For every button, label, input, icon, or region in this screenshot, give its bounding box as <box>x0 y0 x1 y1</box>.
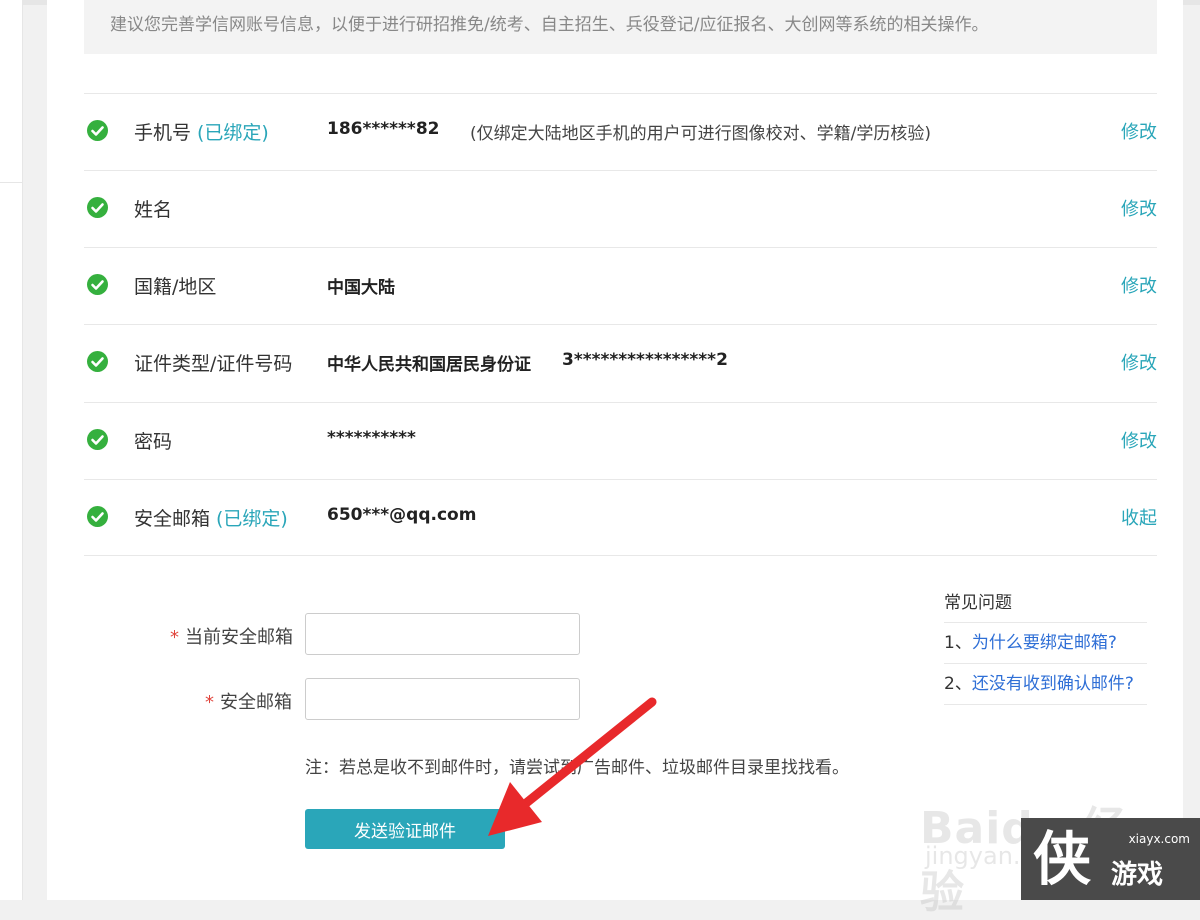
collapse-email-link[interactable]: 收起 <box>1121 504 1157 530</box>
id-number-value: 3****************2 <box>562 350 728 370</box>
bound-tag: (已绑定) <box>216 508 288 530</box>
faq-panel: 常见问题 1、为什么要绑定邮箱? 2、还没有收到确认邮件? <box>944 588 1147 705</box>
edit-nationality-link[interactable]: 修改 <box>1121 272 1157 298</box>
logo-site: xiayx.com <box>1128 832 1190 846</box>
phone-note: (仅绑定大陆地区手机的用户可进行图像校对、学籍/学历核验) <box>470 124 931 144</box>
row-password: 密码 ********** 修改 <box>84 402 1157 479</box>
row-id-document: 证件类型/证件号码 中华人民共和国居民身份证 3****************… <box>84 324 1157 401</box>
row-phone: 手机号 (已绑定) 186******82 (仅绑定大陆地区手机的用户可进行图像校… <box>84 93 1157 170</box>
id-type-value: 中华人民共和国居民身份证 <box>327 355 531 375</box>
check-circle-icon <box>87 506 108 527</box>
logo-glyph: 侠 <box>1033 825 1092 893</box>
current-email-label: * 当前安全邮箱 <box>170 627 293 648</box>
row-label: 密码 <box>134 431 173 453</box>
row-label: 安全邮箱 (已绑定) <box>134 508 288 530</box>
current-email-input[interactable] <box>305 613 580 655</box>
row-label: 姓名 <box>134 199 173 221</box>
edit-id-link[interactable]: 修改 <box>1121 349 1157 375</box>
faq-title: 常见问题 <box>944 588 1147 623</box>
password-value: ********** <box>327 428 416 448</box>
logo-text: 游戏 <box>1111 860 1164 890</box>
edit-phone-link[interactable]: 修改 <box>1121 118 1157 144</box>
email-value: 650***@qq.com <box>327 505 477 525</box>
row-name: 姓名 修改 <box>84 170 1157 247</box>
nationality-value: 中国大陆 <box>327 278 395 298</box>
check-circle-icon <box>87 197 108 218</box>
phone-value: 186******82 <box>327 119 440 139</box>
row-label: 手机号 (已绑定) <box>134 122 269 144</box>
check-circle-icon <box>87 274 108 295</box>
new-email-label: * 安全邮箱 <box>205 692 292 713</box>
xiayx-logo: 侠 xiayx.com 游戏 <box>1021 818 1200 900</box>
faq-item: 1、为什么要绑定邮箱? <box>944 623 1147 664</box>
left-sidebar-edge <box>0 0 23 900</box>
faq-link-why-bind[interactable]: 为什么要绑定邮箱? <box>972 633 1117 653</box>
required-mark: * <box>170 627 179 648</box>
check-circle-icon <box>87 351 108 372</box>
row-security-email: 安全邮箱 (已绑定) 650***@qq.com 收起 <box>84 479 1157 556</box>
info-notice: 建议您完善学信网账号信息，以便于进行研招推免/统考、自主招生、兵役登记/应征报名… <box>84 0 1157 54</box>
row-nationality: 国籍/地区 中国大陆 修改 <box>84 247 1157 324</box>
faq-item: 2、还没有收到确认邮件? <box>944 664 1147 705</box>
faq-link-no-email[interactable]: 还没有收到确认邮件? <box>972 674 1134 694</box>
info-notice-text: 建议您完善学信网账号信息，以便于进行研招推免/统考、自主招生、兵役登记/应征报名… <box>110 15 989 35</box>
check-circle-icon <box>87 429 108 450</box>
bound-tag: (已绑定) <box>197 122 269 144</box>
edit-name-link[interactable]: 修改 <box>1121 195 1157 221</box>
row-label: 证件类型/证件号码 <box>134 353 293 375</box>
red-arrow-pointer-icon <box>488 697 657 836</box>
check-circle-icon <box>87 120 108 141</box>
row-label: 国籍/地区 <box>134 276 217 298</box>
required-mark: * <box>205 692 214 713</box>
edit-password-link[interactable]: 修改 <box>1121 427 1157 453</box>
